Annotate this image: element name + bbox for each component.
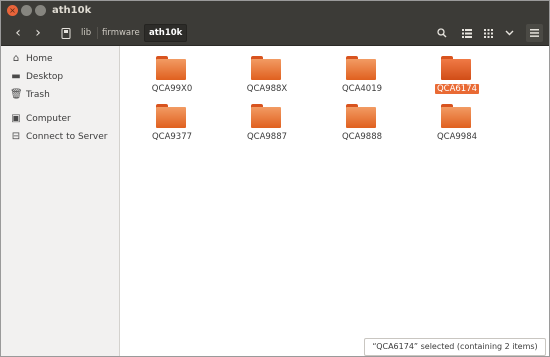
breadcrumb-firmware[interactable]: firmware	[98, 24, 147, 42]
folder-item[interactable]: QCA4019	[322, 50, 402, 96]
computer-icon: ▣	[11, 113, 21, 124]
breadcrumb-ath10k[interactable]: ath10k	[144, 24, 188, 42]
file-grid: QCA99X0 QCA988X QCA4019 QCA6174 QCA9377 …	[120, 46, 549, 356]
drive-icon	[61, 28, 71, 39]
folder-name: QCA6174	[434, 84, 480, 94]
folder-item[interactable]: QCA9888	[322, 98, 402, 144]
sidebar-item-connect-to-server[interactable]: ⊟ Connect to Server	[1, 128, 119, 146]
selection-status: “QCA6174” selected (containing 2 items)	[364, 338, 546, 356]
grid-view-icon	[483, 29, 493, 38]
breadcrumb-lib[interactable]: lib	[77, 24, 99, 42]
list-view-icon	[462, 29, 472, 38]
sidebar-item-label: Home	[26, 54, 53, 64]
grid-view-button[interactable]	[479, 24, 497, 42]
places-sidebar: ⌂ Home ▬ Desktop 🗑 Trash ▣ Computer ⊟ Co…	[1, 46, 120, 356]
sidebar-item-home[interactable]: ⌂ Home	[1, 50, 119, 68]
home-icon: ⌂	[12, 53, 20, 64]
close-window-button[interactable]: ×	[7, 5, 18, 16]
folder-name: QCA9888	[341, 132, 383, 142]
window-title: ath10k	[52, 5, 92, 16]
header-bar: ‹ › lib firmware ath10k	[1, 21, 549, 46]
title-bar: × ath10k	[1, 1, 549, 21]
back-button[interactable]: ‹	[9, 24, 27, 42]
folder-icon	[346, 104, 376, 128]
file-manager-window: × ath10k ‹ › lib firmware ath10k ⌂ Home …	[0, 0, 550, 357]
folder-name: QCA9887	[246, 132, 288, 142]
list-view-button[interactable]	[458, 24, 476, 42]
search-button[interactable]	[433, 24, 451, 42]
folder-icon	[346, 56, 376, 80]
maximize-window-button[interactable]	[35, 5, 46, 16]
trash-icon: 🗑	[10, 89, 23, 100]
view-options-button[interactable]	[500, 24, 518, 42]
desktop-icon: ▬	[11, 71, 21, 82]
folder-icon	[441, 104, 471, 128]
folder-name: QCA988X	[246, 84, 288, 94]
folder-item[interactable]: QCA99X0	[132, 50, 212, 96]
forward-button[interactable]: ›	[29, 24, 47, 42]
sidebar-item-trash[interactable]: 🗑 Trash	[1, 86, 119, 104]
forward-icon: ›	[35, 25, 41, 41]
folder-icon	[441, 56, 471, 80]
sidebar-item-computer[interactable]: ▣ Computer	[1, 110, 119, 128]
folder-name: QCA9377	[151, 132, 193, 142]
sidebar-item-desktop[interactable]: ▬ Desktop	[1, 68, 119, 86]
sidebar-item-label: Trash	[26, 90, 50, 100]
back-icon: ‹	[15, 25, 21, 41]
server-icon: ⊟	[11, 131, 21, 142]
chevron-down-icon	[505, 30, 513, 36]
folder-name: QCA99X0	[151, 84, 193, 94]
folder-icon	[156, 104, 186, 128]
folder-item[interactable]: QCA988X	[227, 50, 307, 96]
minimize-window-button[interactable]	[21, 5, 32, 16]
hamburger-menu-icon	[530, 29, 539, 37]
folder-item[interactable]: QCA9887	[227, 98, 307, 144]
app-menu-button[interactable]	[526, 24, 543, 42]
folder-item-selected[interactable]: QCA6174	[417, 50, 497, 96]
folder-icon	[251, 56, 281, 80]
folder-icon	[251, 104, 281, 128]
folder-name: QCA9984	[436, 132, 478, 142]
sidebar-item-label: Connect to Server	[26, 132, 108, 142]
sidebar-item-label: Desktop	[26, 72, 64, 82]
folder-name: QCA4019	[341, 84, 383, 94]
search-icon	[437, 28, 447, 38]
root-drive-button[interactable]	[59, 24, 73, 42]
folder-item[interactable]: QCA9984	[417, 98, 497, 144]
folder-item[interactable]: QCA9377	[132, 98, 212, 144]
folder-icon	[156, 56, 186, 80]
sidebar-item-label: Computer	[26, 114, 71, 124]
